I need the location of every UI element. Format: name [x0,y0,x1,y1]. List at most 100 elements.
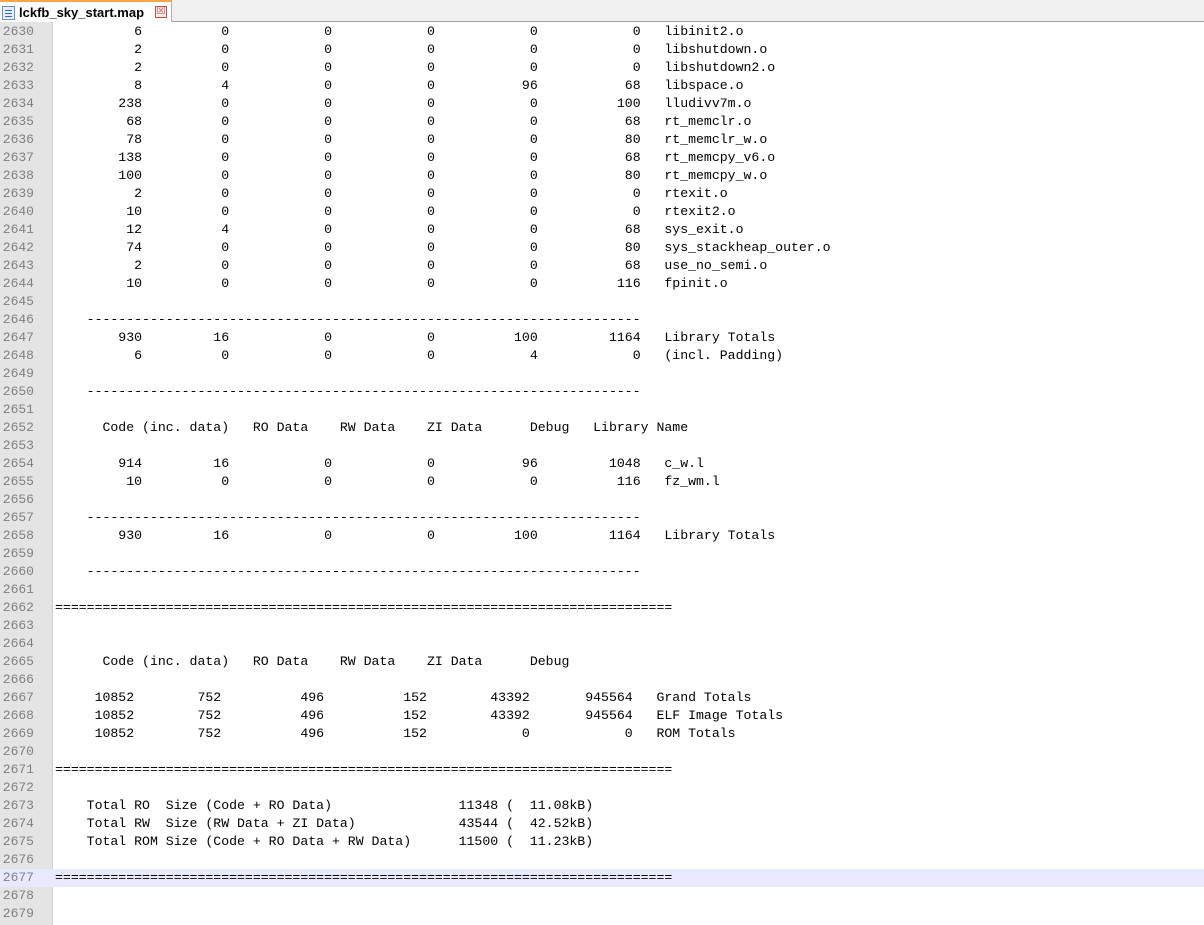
line-text: 930 16 0 0 100 1164 Library Totals [55,330,776,345]
code-line[interactable]: 2673 Total RO Size (Code + RO Data) 1134… [0,797,1204,815]
code-line[interactable]: 2639 2 0 0 0 0 0 rtexit.o [0,185,1204,203]
code-line[interactable]: 2647 930 16 0 0 100 1164 Library Totals [0,329,1204,347]
line-text: 2 0 0 0 0 0 libshutdown.o [55,42,768,57]
line-number: 2660 [2,564,34,579]
line-text: 2 0 0 0 0 68 use_no_semi.o [55,258,768,273]
line-number: 2658 [2,528,34,543]
code-line[interactable]: 2649 [0,365,1204,383]
editor-area[interactable]: 2630 6 0 0 0 0 0 libinit2.o 2631 2 0 0 0 … [0,22,1204,925]
code-line[interactable]: 2678 [0,887,1204,905]
line-text: 914 16 0 0 96 1048 c_w.l [55,456,704,471]
line-number: 2674 [2,816,34,831]
code-line[interactable]: 2675 Total ROM Size (Code + RO Data + RW… [0,833,1204,851]
line-text: 100 0 0 0 0 80 rt_memcpy_w.o [55,168,768,183]
code-line[interactable]: 2671 ====================================… [0,761,1204,779]
code-line[interactable]: 2663 [0,617,1204,635]
line-text: Total ROM Size (Code + RO Data + RW Data… [55,834,594,849]
line-number: 2643 [2,258,34,273]
code-line-current[interactable]: 2677 ====================================… [0,869,1204,887]
line-number: 2654 [2,456,34,471]
code-line[interactable]: 2665 Code (inc. data) RO Data RW Data ZI… [0,653,1204,671]
code-line[interactable]: 2651 [0,401,1204,419]
line-number: 2648 [2,348,34,363]
line-number: 2678 [2,888,34,903]
code-line[interactable]: 2635 68 0 0 0 0 68 rt_memclr.o [0,113,1204,131]
line-text: 78 0 0 0 0 80 rt_memclr_w.o [55,132,768,147]
code-line[interactable]: 2679 [0,905,1204,923]
code-line[interactable]: 2643 2 0 0 0 0 68 use_no_semi.o [0,257,1204,275]
code-line[interactable]: 2674 Total RW Size (RW Data + ZI Data) 4… [0,815,1204,833]
code-line[interactable]: 2670 [0,743,1204,761]
code-line[interactable]: 2672 [0,779,1204,797]
line-number: 2672 [2,780,34,795]
line-text: 10 0 0 0 0 116 fz_wm.l [55,474,720,489]
code-line[interactable]: 2661 [0,581,1204,599]
line-number: 2676 [2,852,34,867]
code-line[interactable]: 2660 -----------------------------------… [0,563,1204,581]
line-text: ----------------------------------------… [55,384,641,399]
line-text: 10 0 0 0 0 0 rtexit2.o [55,204,736,219]
code-line[interactable]: 2667 10852 752 496 152 43392 945564 Gran… [0,689,1204,707]
code-line[interactable]: 2650 -----------------------------------… [0,383,1204,401]
tab-bar: lckfb_sky_start.map ☒ [0,0,1204,22]
code-line[interactable]: 2631 2 0 0 0 0 0 libshutdown.o [0,41,1204,59]
line-text: Total RO Size (Code + RO Data) 11348 ( 1… [55,798,594,813]
code-line[interactable]: 2648 6 0 0 0 4 0 (incl. Padding) [0,347,1204,365]
code-line[interactable]: 2654 914 16 0 0 96 1048 c_w.l [0,455,1204,473]
code-line[interactable]: 2652 Code (inc. data) RO Data RW Data ZI… [0,419,1204,437]
file-tab[interactable]: lckfb_sky_start.map ☒ [0,0,172,22]
code-line[interactable]: 2644 10 0 0 0 0 116 fpinit.o [0,275,1204,293]
line-text: ========================================… [55,870,673,885]
code-line[interactable]: 2642 74 0 0 0 0 80 sys_stackheap_outer.o [0,239,1204,257]
code-line[interactable]: 2641 12 4 0 0 0 68 sys_exit.o [0,221,1204,239]
code-line[interactable]: 2645 [0,293,1204,311]
line-number: 2645 [2,294,34,309]
code-line[interactable]: 2655 10 0 0 0 0 116 fz_wm.l [0,473,1204,491]
line-text: ========================================… [55,762,673,777]
line-number: 2673 [2,798,34,813]
line-text: 10 0 0 0 0 116 fpinit.o [55,276,728,291]
code-line[interactable]: 2646 -----------------------------------… [0,311,1204,329]
code-line[interactable]: 2630 6 0 0 0 0 0 libinit2.o [0,23,1204,41]
line-text: 12 4 0 0 0 68 sys_exit.o [55,222,744,237]
line-number: 2630 [2,24,34,39]
code-line[interactable]: 2658 930 16 0 0 100 1164 Library Totals [0,527,1204,545]
line-text: 68 0 0 0 0 68 rt_memclr.o [55,114,752,129]
line-text: 238 0 0 0 0 100 lludivv7m.o [55,96,752,111]
line-number: 2661 [2,582,34,597]
code-line[interactable]: 2657 -----------------------------------… [0,509,1204,527]
line-text: 930 16 0 0 100 1164 Library Totals [55,528,776,543]
code-line[interactable]: 2662 ====================================… [0,599,1204,617]
line-number: 2651 [2,402,34,417]
line-number: 2677 [2,870,34,885]
code-line[interactable]: 2633 8 4 0 0 96 68 libspace.o [0,77,1204,95]
code-line[interactable]: 2653 [0,437,1204,455]
line-number: 2667 [2,690,34,705]
line-number: 2671 [2,762,34,777]
line-text: Total RW Size (RW Data + ZI Data) 43544 … [55,816,594,831]
line-number: 2656 [2,492,34,507]
line-number: 2652 [2,420,34,435]
code-line[interactable]: 2634 238 0 0 0 0 100 lludivv7m.o [0,95,1204,113]
code-line[interactable]: 2669 10852 752 496 152 0 0 ROM Totals [0,725,1204,743]
code-line[interactable]: 2668 10852 752 496 152 43392 945564 ELF … [0,707,1204,725]
line-number: 2657 [2,510,34,525]
code-line[interactable]: 2636 78 0 0 0 0 80 rt_memclr_w.o [0,131,1204,149]
code-line[interactable]: 2676 [0,851,1204,869]
code-line[interactable]: 2632 2 0 0 0 0 0 libshutdown2.o [0,59,1204,77]
line-number: 2668 [2,708,34,723]
code-line[interactable]: 2664 [0,635,1204,653]
close-icon[interactable]: ☒ [155,6,167,18]
line-number: 2647 [2,330,34,345]
line-number: 2633 [2,78,34,93]
line-text: 8 4 0 0 96 68 libspace.o [55,78,744,93]
code-line[interactable]: 2659 [0,545,1204,563]
code-line[interactable]: 2656 [0,491,1204,509]
code-line[interactable]: 2637 138 0 0 0 0 68 rt_memcpy_v6.o [0,149,1204,167]
code-line[interactable]: 2640 10 0 0 0 0 0 rtexit2.o [0,203,1204,221]
code-line[interactable]: 2638 100 0 0 0 0 80 rt_memcpy_w.o [0,167,1204,185]
line-number: 2637 [2,150,34,165]
line-text: ----------------------------------------… [55,564,641,579]
code-line[interactable]: 2666 [0,671,1204,689]
line-number: 2632 [2,60,34,75]
